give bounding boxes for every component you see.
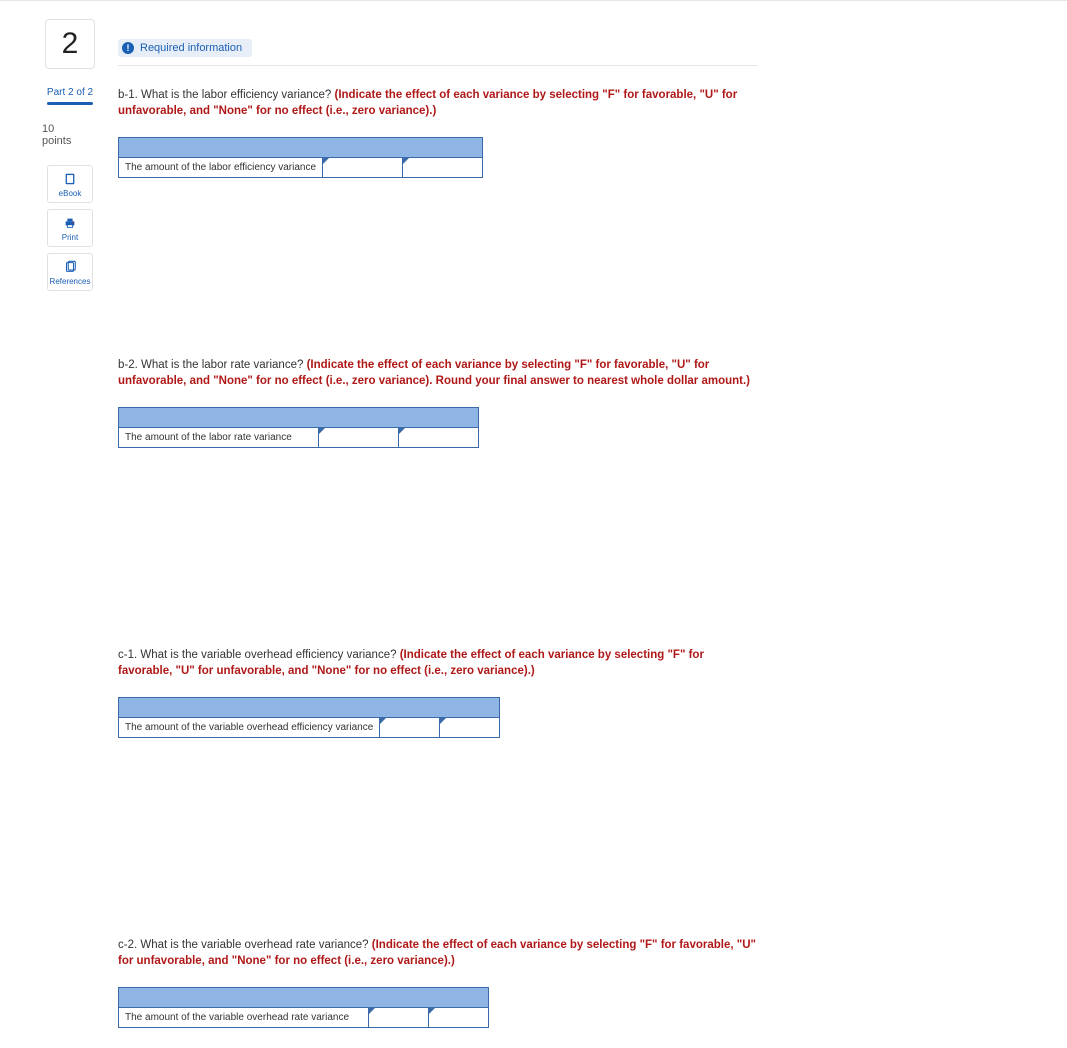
question-number-box: 2 <box>45 19 95 69</box>
print-label: Print <box>62 233 78 242</box>
effect-select[interactable] <box>399 428 479 448</box>
row-label: The amount of the labor efficiency varia… <box>119 158 323 178</box>
question-prompt: c-2. What is the variable overhead rate … <box>118 938 758 969</box>
prompt-text: b-2. What is the labor rate variance? <box>118 359 307 371</box>
question-c1: c-1. What is the variable overhead effic… <box>118 648 758 738</box>
part-progress-bar <box>47 102 93 105</box>
prompt-text: b-1. What is the labor efficiency varian… <box>118 89 334 101</box>
ebook-button[interactable]: eBook <box>47 165 93 203</box>
row-label: The amount of the labor rate variance <box>119 428 319 448</box>
ebook-label: eBook <box>59 189 82 198</box>
print-icon <box>63 216 77 230</box>
references-icon <box>63 260 77 274</box>
amount-input[interactable] <box>319 428 399 448</box>
table-header <box>119 408 479 428</box>
prompt-text: c-2. What is the variable overhead rate … <box>118 939 372 951</box>
print-button[interactable]: Print <box>47 209 93 247</box>
points-label: points <box>42 135 100 147</box>
question-prompt: b-2. What is the labor rate variance? (I… <box>118 358 758 389</box>
prompt-text: c-1. What is the variable overhead effic… <box>118 649 400 661</box>
row-label: The amount of the variable overhead effi… <box>119 718 380 738</box>
effect-select[interactable] <box>440 718 500 738</box>
question-c2: c-2. What is the variable overhead rate … <box>118 938 758 1028</box>
table-header <box>119 698 500 718</box>
points-number: 10 <box>42 123 100 135</box>
book-icon <box>63 172 77 186</box>
header-divider <box>118 65 758 66</box>
amount-input[interactable] <box>380 718 440 738</box>
table-header <box>119 138 483 158</box>
answer-table: The amount of the variable overhead rate… <box>118 987 489 1028</box>
question-prompt: c-1. What is the variable overhead effic… <box>118 648 758 679</box>
references-button[interactable]: References <box>47 253 93 291</box>
question-sidebar: 2 Part 2 of 2 10 points eBook Print Refe… <box>40 19 100 297</box>
answer-table: The amount of the labor efficiency varia… <box>118 137 483 178</box>
amount-input[interactable] <box>369 1008 429 1028</box>
effect-select[interactable] <box>403 158 483 178</box>
page-root: 2 Part 2 of 2 10 points eBook Print Refe… <box>0 0 1067 1028</box>
row-label: The amount of the variable overhead rate… <box>119 1008 369 1028</box>
answer-table: The amount of the variable overhead effi… <box>118 697 500 738</box>
required-info-label: Required information <box>140 42 242 54</box>
table-header <box>119 988 489 1008</box>
references-label: References <box>50 277 91 286</box>
part-label: Part 2 of 2 <box>40 87 100 98</box>
question-prompt: b-1. What is the labor efficiency varian… <box>118 88 758 119</box>
required-info-toggle[interactable]: ! Required information <box>118 39 758 57</box>
question-b1: b-1. What is the labor efficiency varian… <box>118 88 758 178</box>
question-number: 2 <box>62 27 79 61</box>
amount-input[interactable] <box>323 158 403 178</box>
question-b2: b-2. What is the labor rate variance? (I… <box>118 358 758 448</box>
question-content: ! Required information b-1. What is the … <box>118 1 758 1028</box>
info-icon: ! <box>122 42 134 54</box>
effect-select[interactable] <box>429 1008 489 1028</box>
answer-table: The amount of the labor rate variance <box>118 407 479 448</box>
